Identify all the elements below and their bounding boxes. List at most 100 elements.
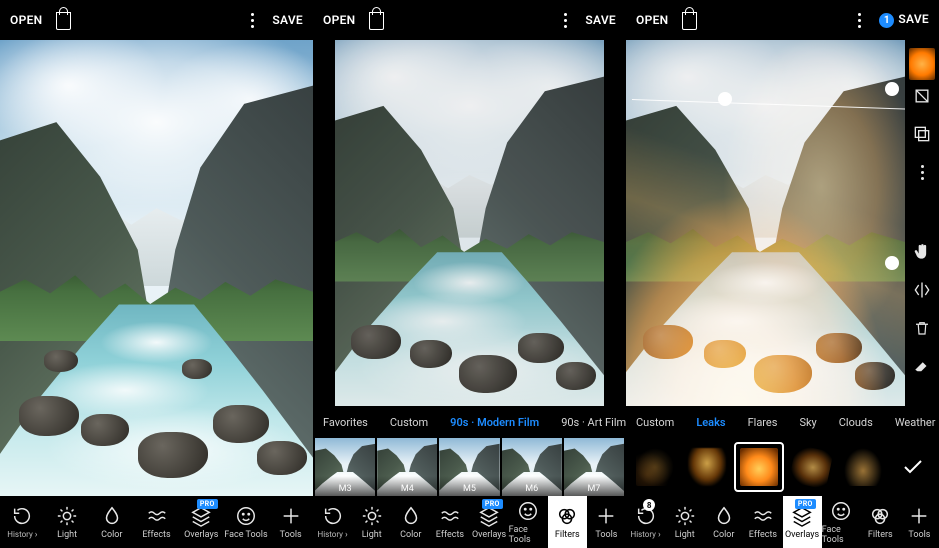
category-clouds[interactable]: Clouds <box>839 416 873 429</box>
color-button[interactable]: Color <box>391 496 430 548</box>
effects-button[interactable]: Effects <box>134 496 179 548</box>
venn-icon <box>869 505 891 527</box>
face-icon <box>830 500 852 522</box>
bottom-toolbar: 8 History› Light Color Effects PROOverla… <box>626 496 939 548</box>
editor-pane-overlays: OPEN 1SAVE <box>626 0 939 548</box>
overlays-button[interactable]: PRO Overlays <box>179 496 224 548</box>
face-icon <box>517 500 539 522</box>
editor-pane-default: OPEN SAVE History› Light <box>0 0 313 548</box>
more-icon[interactable] <box>858 13 861 28</box>
drop-icon <box>400 505 422 527</box>
venn-icon <box>556 505 578 527</box>
shop-icon[interactable] <box>369 12 384 30</box>
filter-thumb-m5[interactable]: M5 <box>439 438 499 496</box>
category-90s-modern-film[interactable]: 90s · Modern Film <box>450 416 539 429</box>
history-button[interactable]: 8 History› <box>626 496 665 548</box>
overlay-thumb-selected[interactable] <box>736 444 782 490</box>
image-canvas[interactable] <box>335 40 604 406</box>
tools-button[interactable]: Tools <box>900 496 939 548</box>
facetools-button[interactable]: Face Tools <box>509 496 548 548</box>
flip-icon[interactable] <box>910 278 934 302</box>
trash-icon[interactable] <box>910 316 934 340</box>
shop-icon[interactable] <box>56 12 71 30</box>
bottom-toolbar: History› Light Color Effects PROOverlays… <box>313 496 626 548</box>
pro-badge: PRO <box>482 499 503 509</box>
effects-button[interactable]: Effects <box>743 496 782 548</box>
open-button[interactable]: OPEN <box>10 13 42 27</box>
category-custom[interactable]: Custom <box>390 416 428 429</box>
category-weather[interactable]: Weather <box>895 416 936 429</box>
filters-button[interactable]: Filters <box>548 496 587 548</box>
overlay-thumb[interactable] <box>684 444 730 490</box>
plus-icon <box>908 505 930 527</box>
image-canvas[interactable] <box>0 40 313 496</box>
overlay-thumb[interactable] <box>788 444 834 490</box>
erase-icon[interactable] <box>910 354 934 378</box>
filter-thumb-m6[interactable]: M6 <box>502 438 562 496</box>
filter-thumb-m4[interactable]: M4 <box>377 438 437 496</box>
save-button[interactable]: SAVE <box>272 13 303 27</box>
save-button[interactable]: 1SAVE <box>879 12 929 28</box>
category-sky[interactable]: Sky <box>799 416 816 429</box>
filter-thumb-m3[interactable]: M3 <box>315 438 375 496</box>
top-bar: OPEN SAVE <box>0 0 313 40</box>
shop-icon[interactable] <box>682 12 697 30</box>
overlay-thumb[interactable] <box>632 444 678 490</box>
overlay-handle[interactable] <box>718 92 732 106</box>
drop-icon <box>101 505 123 527</box>
category-custom[interactable]: Custom <box>636 416 674 429</box>
side-more-icon[interactable] <box>910 160 934 184</box>
filter-thumb-m7[interactable]: M7 <box>564 438 624 496</box>
filter-thumbnail-row[interactable]: M3 M4 M5 M6 M7 <box>313 438 626 496</box>
pending-count-badge: 1 <box>879 13 894 28</box>
face-icon <box>235 505 257 527</box>
more-icon[interactable] <box>251 13 254 28</box>
facetools-button[interactable]: Face Tools <box>822 496 861 548</box>
sun-icon <box>674 505 696 527</box>
tools-button[interactable]: Tools <box>587 496 626 548</box>
active-overlay-preview <box>909 48 935 80</box>
overlays-button[interactable]: PROOverlays <box>470 496 509 548</box>
category-favorites[interactable]: Favorites <box>323 416 368 429</box>
facetools-button[interactable]: Face Tools <box>224 496 269 548</box>
top-bar: OPEN SAVE <box>313 0 626 40</box>
tools-button[interactable]: Tools <box>268 496 313 548</box>
effects-button[interactable]: Effects <box>430 496 469 548</box>
editor-pane-filters: OPEN SAVE Favorites Custom 90s · Modern … <box>313 0 626 548</box>
image-canvas[interactable] <box>626 40 905 406</box>
apply-overlay-button[interactable] <box>893 455 933 479</box>
save-button[interactable]: SAVE <box>585 13 616 27</box>
category-leaks[interactable]: Leaks <box>696 416 725 429</box>
history-button[interactable]: History› <box>313 496 352 548</box>
overlays-button[interactable]: PROOverlays <box>783 496 822 548</box>
overlay-side-toolbar <box>909 84 935 378</box>
hand-icon[interactable] <box>910 240 934 264</box>
light-button[interactable]: Light <box>45 496 90 548</box>
more-icon[interactable] <box>564 13 567 28</box>
pro-badge: PRO <box>197 499 218 509</box>
history-icon <box>322 505 344 527</box>
light-button[interactable]: Light <box>665 496 704 548</box>
bottom-toolbar: History› Light Color Effects PRO Overlay… <box>0 496 313 548</box>
color-button[interactable]: Color <box>89 496 134 548</box>
plus-icon <box>280 505 302 527</box>
plus-icon <box>595 505 617 527</box>
open-button[interactable]: OPEN <box>636 13 668 27</box>
duplicate-icon[interactable] <box>910 122 934 146</box>
waves-icon <box>439 505 461 527</box>
overlay-thumbnail-row[interactable] <box>626 438 939 496</box>
category-flares[interactable]: Flares <box>748 416 778 429</box>
open-button[interactable]: OPEN <box>323 13 355 27</box>
filter-category-row[interactable]: Favorites Custom 90s · Modern Film 90s ·… <box>313 408 626 436</box>
blend-mode-icon[interactable] <box>910 84 934 108</box>
waves-icon <box>752 505 774 527</box>
drop-icon <box>713 505 735 527</box>
sun-icon <box>56 505 78 527</box>
color-button[interactable]: Color <box>704 496 743 548</box>
category-90s-art-film[interactable]: 90s · Art Film <box>561 416 626 429</box>
history-button[interactable]: History› <box>0 496 45 548</box>
overlay-thumb[interactable] <box>840 444 886 490</box>
filters-button[interactable]: Filters <box>861 496 900 548</box>
overlay-category-row[interactable]: Custom Leaks Flares Sky Clouds Weather B… <box>626 408 939 436</box>
light-button[interactable]: Light <box>352 496 391 548</box>
